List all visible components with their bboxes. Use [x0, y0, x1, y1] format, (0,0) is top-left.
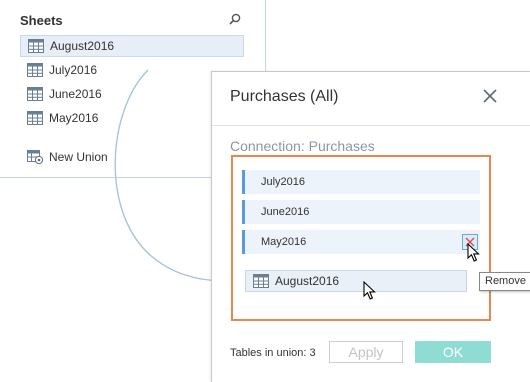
sheet-item-label: August2016 — [50, 39, 115, 53]
union-dialog: Purchases (All) Connection: Purchases Ju… — [211, 71, 530, 382]
sheet-item-label: June2016 — [49, 87, 102, 101]
remove-x-icon — [465, 237, 475, 247]
sheet-table-icon — [27, 87, 43, 101]
tables-in-union: Tables in union: 3 — [230, 347, 316, 359]
sheet-table-icon — [28, 39, 44, 53]
close-icon[interactable] — [482, 88, 498, 104]
union-item-label: July2016 — [261, 176, 306, 188]
connection-label: Connection: Purchases — [230, 138, 375, 154]
union-item-june2016[interactable]: June2016 — [242, 200, 480, 224]
search-icon[interactable] — [228, 12, 242, 26]
sheets-title: Sheets — [20, 13, 63, 28]
union-item-label: May2016 — [261, 236, 307, 248]
new-union-icon — [27, 150, 43, 164]
sheet-item-label: July2016 — [49, 63, 98, 77]
sheet-item-august2016[interactable]: August2016 — [20, 35, 244, 57]
sheet-item-label: May2016 — [49, 111, 99, 125]
union-item-july2016[interactable]: July2016 — [242, 170, 480, 194]
dialog-divider — [212, 125, 530, 126]
ok-button[interactable]: OK — [415, 341, 491, 363]
remove-tooltip: Remove — [479, 272, 530, 291]
new-union-label: New Union — [49, 150, 108, 164]
tables-in-union-count: 3 — [309, 347, 316, 359]
dragged-item-august2016[interactable]: August2016 — [245, 270, 467, 292]
sheet-table-icon — [253, 274, 269, 288]
union-drop-zone[interactable]: July2016 June2016 May2016 Remove August2… — [231, 155, 530, 321]
dialog-title: Purchases (All) — [230, 88, 339, 105]
sheet-table-icon — [27, 111, 43, 125]
sheet-table-icon — [27, 63, 43, 77]
union-item-may2016[interactable]: May2016 — [242, 230, 480, 254]
apply-button[interactable]: Apply — [329, 341, 403, 363]
dragged-item-label: August2016 — [275, 274, 340, 288]
tables-in-union-label: Tables in union: — [230, 347, 307, 359]
union-item-label: June2016 — [261, 206, 310, 218]
remove-button[interactable] — [462, 234, 478, 250]
